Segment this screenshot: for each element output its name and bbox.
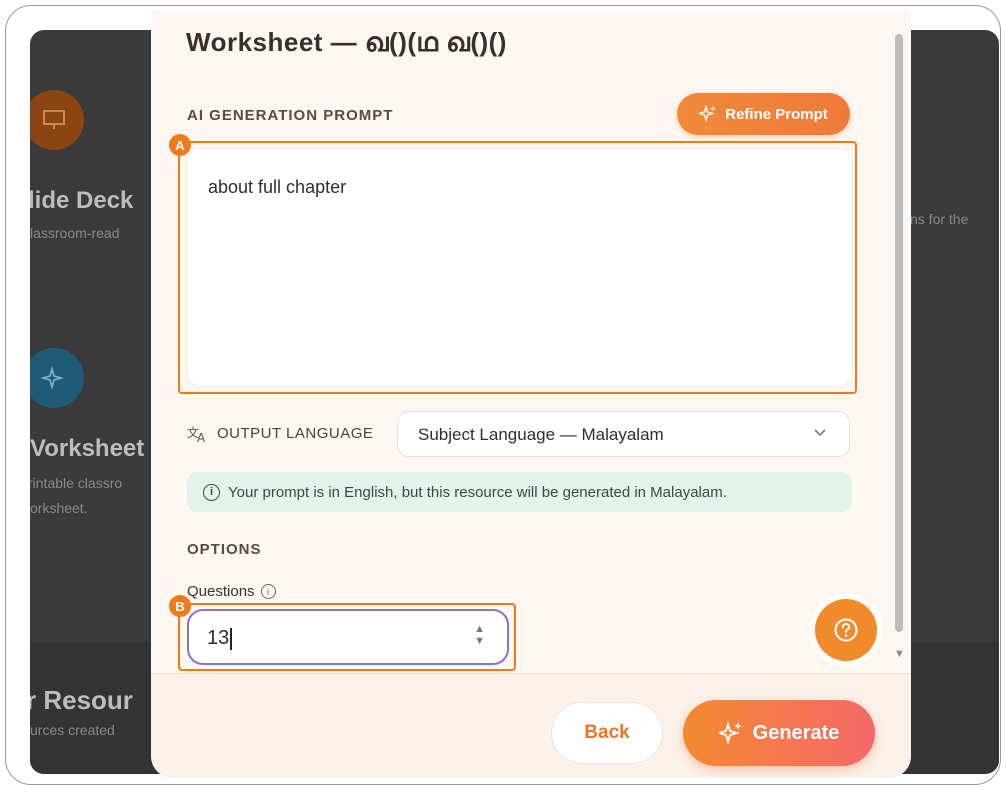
svg-text:A: A <box>197 431 206 443</box>
refine-prompt-label: Refine Prompt <box>725 105 828 123</box>
scrollbar-thumb[interactable] <box>895 34 903 632</box>
question-icon <box>834 618 858 642</box>
output-language-select[interactable]: Subject Language — Malayalam <box>397 411 850 457</box>
bg-card-title-slide-deck: lide Deck <box>30 187 134 214</box>
options-section-label: OPTIONS <box>187 541 262 558</box>
scroll-down-arrow-icon[interactable]: ▼ <box>894 648 905 660</box>
prompt-section-label: AI GENERATION PROMPT <box>187 107 394 124</box>
modal-title: Worksheet — ഖ()(ഥ ഖ()() <box>186 27 507 57</box>
bg-right-snippet: ns for the <box>910 211 969 227</box>
refine-prompt-button[interactable]: Refine Prompt <box>677 93 850 135</box>
bg-resources-sub: urces created <box>30 722 115 738</box>
sparkles-icon <box>30 348 84 408</box>
slide-deck-icon <box>30 90 84 150</box>
language-info-banner: i Your prompt is in English, but this re… <box>187 472 852 512</box>
questions-label-row: Questions i <box>187 583 276 600</box>
info-icon[interactable]: i <box>260 584 276 599</box>
annotation-badge-b: B <box>169 595 191 617</box>
bg-card-title-worksheet: Vorksheet <box>30 435 145 462</box>
screenshot-frame: lide Deck lassroom-read Vorksheet rintab… <box>5 5 1001 785</box>
generate-button[interactable]: Generate <box>683 700 875 766</box>
bg-card-sub-slide-deck: lassroom-read <box>30 225 120 241</box>
modal-footer: Back Generate <box>151 673 911 778</box>
back-button[interactable]: Back <box>551 702 663 764</box>
sparkles-icon <box>718 721 742 745</box>
generate-label: Generate <box>752 721 840 744</box>
back-label: Back <box>584 722 630 743</box>
language-info-text: Your prompt is in English, but this reso… <box>228 483 727 501</box>
annotation-box-b <box>178 603 516 671</box>
questions-label: Questions <box>187 583 255 600</box>
bg-resources-title: r Resour <box>30 685 133 715</box>
bg-card-sub-worksheet: rintable classro <box>30 475 123 491</box>
output-language-label: OUTPUT LANGUAGE <box>217 425 374 442</box>
worksheet-modal: Worksheet — ഖ()(ഥ ഖ()() AI GENERATION PR… <box>151 11 911 778</box>
chevron-down-icon <box>813 425 827 441</box>
annotation-box-a <box>178 141 857 394</box>
help-button[interactable] <box>815 599 877 661</box>
info-icon: i <box>203 483 220 501</box>
translate-icon: 文A <box>187 425 209 448</box>
scrollbar[interactable]: ▼ <box>892 34 906 674</box>
sparkles-icon <box>699 105 716 123</box>
bg-card-sub-worksheet-2: orksheet. <box>30 500 88 516</box>
annotation-badge-a: A <box>169 134 191 156</box>
output-language-value: Subject Language — Malayalam <box>418 425 664 444</box>
